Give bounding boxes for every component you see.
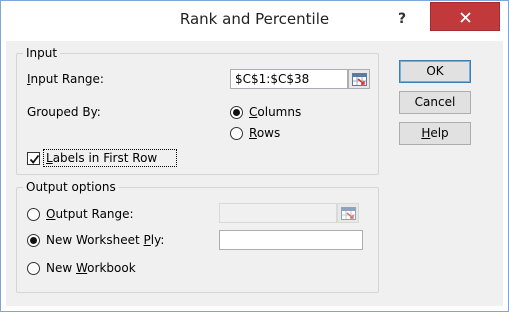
output-range-label[interactable]: Output Range: — [46, 207, 134, 221]
title-bar: Rank and Percentile ? — [1, 1, 508, 41]
range-selector-icon — [352, 73, 367, 86]
rank-and-percentile-dialog: Rank and Percentile ? Input Input Range:… — [0, 0, 509, 312]
help-button[interactable]: Help — [399, 122, 471, 145]
input-range-field[interactable]: $C$1:$C$38 — [230, 69, 348, 89]
close-icon — [460, 12, 471, 23]
new-worksheet-name-field[interactable] — [219, 230, 363, 250]
rows-radio-label[interactable]: Rows — [249, 126, 280, 140]
rows-radio[interactable] — [230, 127, 243, 140]
output-range-field[interactable] — [219, 203, 337, 223]
grouped-by-label: Grouped By: — [27, 105, 101, 119]
input-range-label: Input Range: — [27, 72, 104, 86]
columns-radio[interactable] — [230, 106, 243, 119]
close-button[interactable] — [430, 2, 500, 31]
input-range-collapse-button[interactable] — [348, 69, 370, 89]
input-group: Input Input Range: $C$1:$C$38 Grouped By… — [16, 46, 379, 175]
help-question-icon[interactable]: ? — [391, 8, 413, 30]
new-worksheet-radio[interactable] — [27, 234, 40, 247]
cancel-button[interactable]: Cancel — [399, 91, 471, 114]
input-group-legend: Input — [23, 46, 61, 60]
labels-first-row-label[interactable]: Labels in First Row — [46, 151, 157, 165]
labels-first-row-checkbox[interactable] — [27, 152, 40, 165]
new-worksheet-label[interactable]: New Worksheet Ply: — [46, 233, 164, 247]
output-range-radio[interactable] — [27, 208, 40, 221]
range-selector-icon — [341, 207, 356, 220]
new-workbook-radio[interactable] — [27, 262, 40, 275]
output-range-collapse-button[interactable] — [337, 203, 359, 223]
new-workbook-label[interactable]: New Workbook — [46, 261, 136, 275]
output-options-group: Output options Output Range: New Workshe… — [16, 180, 379, 293]
columns-radio-label[interactable]: Columns — [249, 105, 301, 119]
output-options-legend: Output options — [23, 180, 119, 194]
checkmark-icon — [29, 154, 40, 164]
dialog-body: Input Input Range: $C$1:$C$38 Grouped By… — [6, 41, 503, 306]
ok-button[interactable]: OK — [399, 60, 471, 83]
